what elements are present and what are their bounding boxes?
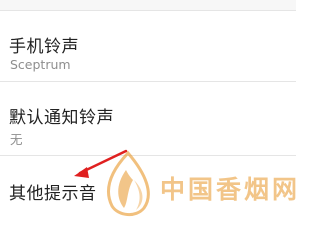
- phone-ringtone-value: Sceptrum: [10, 57, 71, 72]
- settings-screen: 手机铃声 Sceptrum 默认通知铃声 无 其他提示音 中国香烟网: [0, 0, 296, 225]
- setting-row-default-notification-tone[interactable]: 默认通知铃声 无: [0, 82, 296, 155]
- setting-row-other-sounds[interactable]: 其他提示音: [0, 156, 296, 225]
- red-arrow-icon: [74, 149, 128, 178]
- phone-ringtone-title: 手机铃声: [9, 37, 79, 57]
- notification-tone-value: 无: [10, 132, 23, 147]
- header-strip: [0, 0, 296, 10]
- setting-row-phone-ringtone[interactable]: 手机铃声 Sceptrum: [0, 11, 296, 81]
- notification-tone-title: 默认通知铃声: [9, 108, 114, 128]
